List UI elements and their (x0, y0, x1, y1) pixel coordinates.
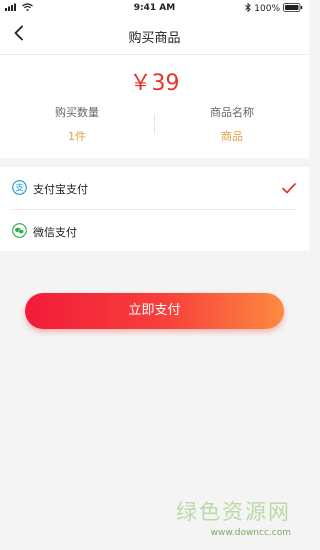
watermark-url: www.downcc.com (210, 528, 291, 538)
product-name-label: 商品名称 (210, 106, 254, 119)
page-title: 购买商品 (128, 31, 181, 46)
status-right: 100% (245, 2, 303, 15)
payment-method-list: 支 支付宝支付 微信支付 (0, 167, 309, 251)
wechat-pay-label: 微信支付 (33, 226, 77, 239)
product-name-value: 商品 (221, 130, 243, 143)
order-summary: ￥39 购买数量 1件 商品名称 商品 (0, 55, 309, 158)
bluetooth-icon (245, 2, 251, 15)
alipay-label: 支付宝支付 (33, 183, 88, 196)
watermark-brand: 绿色资源网 (176, 500, 291, 524)
battery-percent: 100% (254, 4, 280, 14)
checkmark-icon (281, 180, 297, 194)
payment-option-alipay[interactable]: 支 支付宝支付 (0, 167, 309, 209)
payment-option-wechat[interactable]: 微信支付 (0, 210, 309, 252)
price: ￥39 (129, 71, 180, 96)
svg-text:支: 支 (15, 183, 24, 194)
watermark: 绿色资源网 www.downcc.com (176, 496, 291, 538)
status-bar: 9:41 AM 100% (0, 0, 309, 16)
battery-icon (283, 3, 303, 15)
quantity-column: 购买数量 1件 (0, 104, 154, 144)
product-name-column: 商品名称 商品 (155, 104, 309, 144)
quantity-value: 1件 (68, 130, 86, 143)
quantity-label: 购买数量 (55, 106, 99, 119)
wechat-pay-icon (12, 223, 27, 238)
pay-now-button[interactable]: 立即支付 (25, 293, 284, 329)
alipay-icon: 支 (12, 180, 27, 195)
nav-bar: 购买商品 (0, 16, 309, 55)
